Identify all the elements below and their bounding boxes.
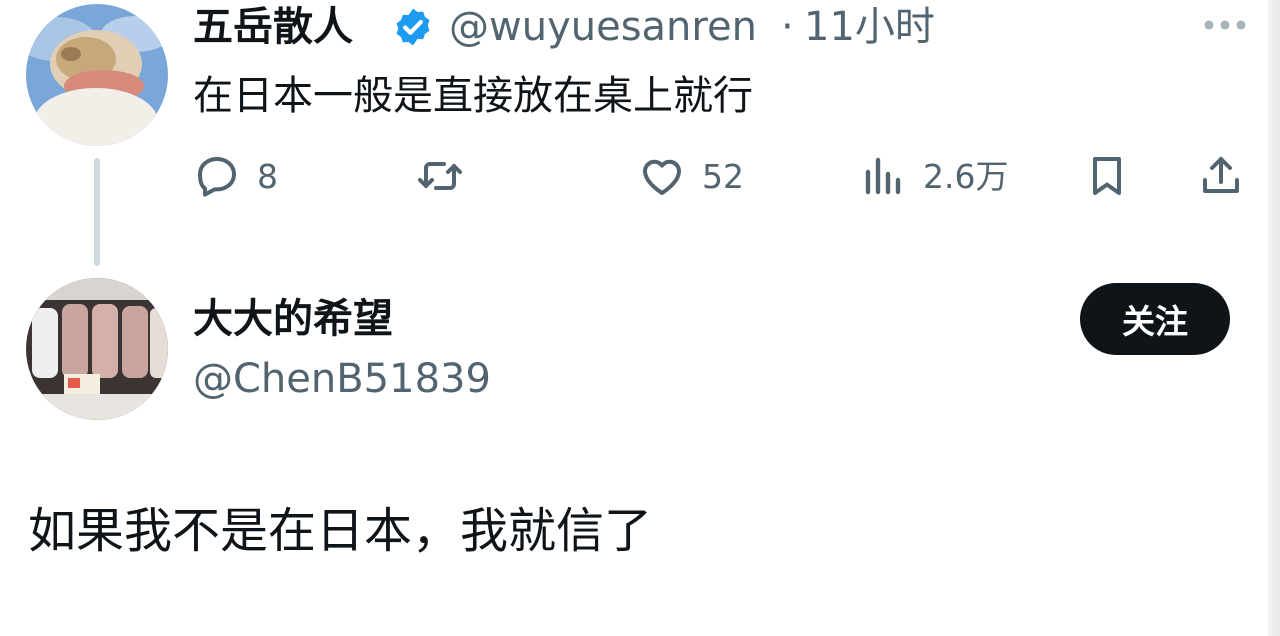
cat-photo-avatar: [26, 4, 168, 146]
author-handle[interactable]: @ChenB51839: [193, 352, 491, 406]
thread-connector-line: [94, 158, 100, 266]
view-count: 2.6万: [923, 157, 1009, 196]
verified-badge-icon: [396, 8, 430, 46]
bookmark-icon[interactable]: [1083, 152, 1131, 200]
author-handle[interactable]: @wuyuesanren: [449, 2, 757, 52]
timestamp[interactable]: 11小时: [804, 2, 935, 52]
retweet-icon[interactable]: [416, 152, 464, 200]
author-name[interactable]: 五岳散人: [193, 2, 353, 52]
views-icon[interactable]: [860, 152, 908, 200]
separator-dot: ·: [781, 4, 794, 50]
reply-icon[interactable]: [193, 152, 241, 200]
author-name[interactable]: 大大的希望: [193, 292, 393, 346]
scroll-edge: [1268, 0, 1280, 636]
bottles-photo-avatar: [26, 278, 168, 420]
follow-button[interactable]: 关注: [1080, 283, 1230, 355]
more-icon[interactable]: [1200, 10, 1250, 40]
tweet-text: 在日本一般是直接放在桌上就行: [193, 73, 753, 119]
reply-count: 8: [257, 157, 278, 196]
share-icon[interactable]: [1197, 152, 1245, 200]
avatar-wuyuesanren[interactable]: [26, 4, 168, 146]
tweet-text: 如果我不是在日本，我就信了: [28, 503, 653, 559]
like-count: 52: [702, 157, 744, 196]
like-icon[interactable]: [638, 152, 686, 200]
avatar-chenb51839[interactable]: [26, 278, 168, 420]
